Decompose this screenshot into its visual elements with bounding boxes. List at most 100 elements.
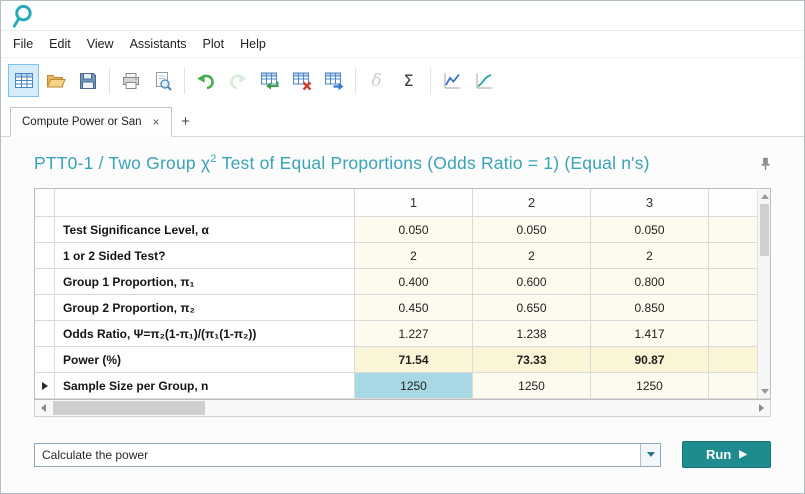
horizontal-scrollbar[interactable] <box>34 400 771 417</box>
grid-cell[interactable]: 0.050 <box>591 217 709 243</box>
row-label[interactable]: Group 2 Proportion, π₂ <box>55 295 355 321</box>
grid-cell[interactable]: 1250 <box>473 373 591 399</box>
tab-label: Compute Power or San <box>22 116 142 128</box>
menu-help[interactable]: Help <box>232 33 274 55</box>
grid-cell[interactable]: 1250 <box>591 373 709 399</box>
tab-bar: Compute Power or San × + <box>1 103 804 137</box>
menu-view[interactable]: View <box>79 33 122 55</box>
scroll-right-icon[interactable] <box>753 400 770 416</box>
parameter-table: 1 2 3 Test Significance Level, α 0.050 0… <box>34 188 771 400</box>
menu-plot[interactable]: Plot <box>195 33 233 55</box>
grid-cell[interactable]: 0.800 <box>591 269 709 295</box>
toolbar-separator <box>430 68 431 94</box>
table-row-sample-size: Sample Size per Group, n 1250 1250 1250 <box>35 373 770 399</box>
grid-cell[interactable]: 0.850 <box>591 295 709 321</box>
tab-compute-power[interactable]: Compute Power or San × <box>10 107 172 137</box>
table-header-row: 1 2 3 <box>35 189 770 217</box>
grid-cell[interactable]: 2 <box>473 243 591 269</box>
grid-cell[interactable]: 0.400 <box>355 269 473 295</box>
pin-icon[interactable] <box>760 157 771 176</box>
row-label[interactable]: Odds Ratio, Ψ=π₂(1-π₁)/(π₁(1-π₂)) <box>55 321 355 347</box>
grid-cell[interactable]: 0.600 <box>473 269 591 295</box>
redo-icon[interactable] <box>222 64 253 97</box>
line-chart-icon[interactable] <box>436 64 467 97</box>
column-header[interactable]: 2 <box>473 189 591 217</box>
grid-cell[interactable]: 1.238 <box>473 321 591 347</box>
grid-cell[interactable]: 1.417 <box>591 321 709 347</box>
scroll-up-icon[interactable] <box>761 194 769 199</box>
vertical-scrollbar[interactable] <box>757 190 770 398</box>
table-row-power: Power (%) 71.54 73.33 90.87 <box>35 347 770 373</box>
sigma-icon[interactable]: Σ <box>393 64 424 97</box>
title-bar <box>1 1 804 31</box>
grid-cell[interactable]: 0.050 <box>473 217 591 243</box>
row-indicator[interactable] <box>35 321 55 347</box>
chevron-down-icon <box>647 452 655 457</box>
row-indicator[interactable] <box>35 217 55 243</box>
scroll-left-icon[interactable] <box>35 400 52 416</box>
toolbar-separator <box>109 68 110 94</box>
undo-icon[interactable] <box>190 64 221 97</box>
run-button[interactable]: Run ▶ <box>682 441 771 468</box>
scroll-down-icon[interactable] <box>761 389 769 394</box>
corner-cell <box>55 189 355 217</box>
table-arrow-icon[interactable] <box>254 64 285 97</box>
toolbar: δ Σ <box>1 58 804 103</box>
grid-cell-result[interactable]: 90.87 <box>591 347 709 373</box>
delta-glyph: δ <box>371 71 381 91</box>
run-label: Run <box>706 447 731 462</box>
vertical-scroll-thumb[interactable] <box>760 204 769 256</box>
horizontal-scroll-thumb[interactable] <box>53 401 205 415</box>
table-grid-icon[interactable] <box>8 64 39 97</box>
close-icon[interactable]: × <box>153 116 160 128</box>
toolbar-separator <box>184 68 185 94</box>
print-preview-icon[interactable] <box>147 64 178 97</box>
action-select[interactable]: Calculate the power <box>34 443 661 467</box>
row-indicator[interactable] <box>35 347 55 373</box>
row-indicator[interactable] <box>35 243 55 269</box>
menu-bar: File Edit View Assistants Plot Help <box>1 31 804 58</box>
curve-chart-icon[interactable] <box>468 64 499 97</box>
row-label[interactable]: Group 1 Proportion, π₁ <box>55 269 355 295</box>
table-fill-right-icon[interactable] <box>318 64 349 97</box>
table-delete-icon[interactable] <box>286 64 317 97</box>
play-icon: ▶ <box>739 449 747 460</box>
page-title: PTT0-1 / Two Group χ2 Test of Equal Prop… <box>34 153 650 174</box>
grid-cell[interactable]: 0.050 <box>355 217 473 243</box>
menu-file[interactable]: File <box>5 33 41 55</box>
grid-cell[interactable]: 1.227 <box>355 321 473 347</box>
grid-cell[interactable]: 0.650 <box>473 295 591 321</box>
column-header[interactable]: 3 <box>591 189 709 217</box>
row-label[interactable]: Test Significance Level, α <box>55 217 355 243</box>
action-select-arrow[interactable] <box>640 444 660 466</box>
table-row: Test Significance Level, α 0.050 0.050 0… <box>35 217 770 243</box>
sigma-glyph: Σ <box>403 71 413 90</box>
table-row: 1 or 2 Sided Test? 2 2 2 <box>35 243 770 269</box>
menu-edit[interactable]: Edit <box>41 33 79 55</box>
new-tab-button[interactable]: + <box>172 108 200 134</box>
menu-assistants[interactable]: Assistants <box>122 33 195 55</box>
print-icon[interactable] <box>115 64 146 97</box>
grid-cell-result[interactable]: 71.54 <box>355 347 473 373</box>
grid-cell[interactable]: 2 <box>355 243 473 269</box>
current-row-indicator[interactable] <box>35 373 55 399</box>
row-indicator[interactable] <box>35 295 55 321</box>
column-header[interactable]: 1 <box>355 189 473 217</box>
toolbar-separator <box>355 68 356 94</box>
table-row: Group 1 Proportion, π₁ 0.400 0.600 0.800 <box>35 269 770 295</box>
row-label[interactable]: Sample Size per Group, n <box>55 373 355 399</box>
save-icon[interactable] <box>72 64 103 97</box>
grid-cell[interactable]: 0.450 <box>355 295 473 321</box>
grid-cell[interactable]: 2 <box>591 243 709 269</box>
row-label[interactable]: Power (%) <box>55 347 355 373</box>
corner-cell <box>35 189 55 217</box>
row-label[interactable]: 1 or 2 Sided Test? <box>55 243 355 269</box>
delta-icon[interactable]: δ <box>361 64 392 97</box>
current-row-arrow-icon <box>42 382 48 390</box>
table-row: Group 2 Proportion, π₂ 0.450 0.650 0.850 <box>35 295 770 321</box>
grid-cell-result[interactable]: 73.33 <box>473 347 591 373</box>
grid-cell-selected[interactable]: 1250 <box>355 373 473 399</box>
open-folder-icon[interactable] <box>40 64 71 97</box>
table-row: Odds Ratio, Ψ=π₂(1-π₁)/(π₁(1-π₂)) 1.227 … <box>35 321 770 347</box>
row-indicator[interactable] <box>35 269 55 295</box>
